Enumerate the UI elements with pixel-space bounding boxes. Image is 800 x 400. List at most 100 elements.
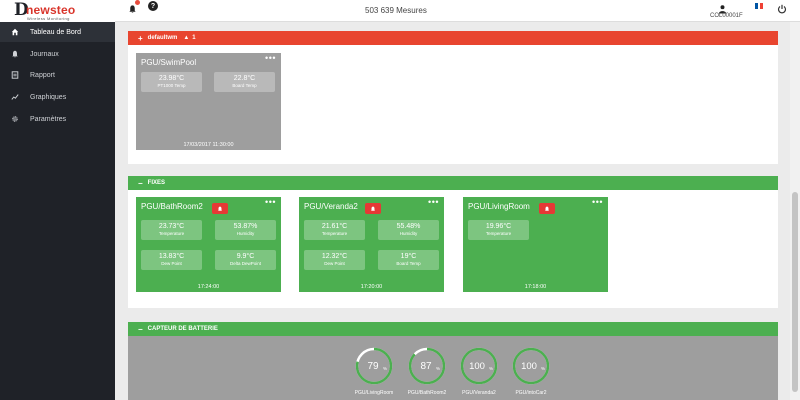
- metric-label: Humidity: [399, 231, 418, 236]
- group-panel-fixes: − FIXES PGU/BathRoom2 ••• 23.73°C Temper…: [128, 176, 778, 308]
- more-menu-icon[interactable]: •••: [265, 197, 276, 207]
- metric-value: 19°C: [400, 253, 417, 260]
- sensor-card[interactable]: PGU/BathRoom2 ••• 23.73°C Temperature 53…: [136, 197, 281, 292]
- warning-icon: ▲: [183, 35, 190, 41]
- sidebar-item-label: Paramètres: [30, 115, 67, 123]
- metric-value: 22.8°C: [233, 75, 256, 82]
- help-icon[interactable]: ?: [148, 1, 158, 11]
- card-title: PGU/LivingRoom: [468, 202, 530, 211]
- metric-label: Dew Point: [324, 261, 345, 266]
- sidebar: D newsteo Wireless Monitoring Tableau de…: [0, 0, 115, 400]
- last-update-time: 17:18:00: [524, 284, 547, 290]
- metric-label: Board Temp: [396, 261, 421, 266]
- alarm-bell-icon[interactable]: [539, 203, 555, 214]
- report-icon: [0, 71, 30, 79]
- group-header-battery[interactable]: − CAPTEUR DE BATTERIE: [128, 322, 778, 336]
- power-icon[interactable]: [777, 1, 787, 19]
- metric-value: 23.73°C: [158, 223, 185, 230]
- metric-tile: 9.9°C Delta DewPoint: [215, 250, 276, 270]
- gauge-label: PGU/intoCar2: [515, 390, 547, 396]
- group-panel-battery: − CAPTEUR DE BATTERIE 79 % PGU/LivingRoo…: [128, 322, 778, 400]
- group-header-defaultwm[interactable]: + defaultwm ▲ 1: [128, 31, 778, 45]
- gauge-value: 87: [420, 361, 432, 372]
- warning-count: 1: [192, 35, 196, 41]
- metric-label: Temperature: [158, 231, 185, 236]
- username[interactable]: COL00001F: [710, 13, 743, 19]
- card-title: PGU/SwimPool: [141, 58, 197, 67]
- scrollbar-thumb[interactable]: [792, 192, 798, 392]
- metric-value: 23.98°C: [158, 75, 185, 82]
- gauge-unit: %: [489, 366, 493, 371]
- metric-tile: 19.96°C Temperature: [468, 220, 529, 240]
- notification-badge: [135, 0, 140, 5]
- metric-value: 13.83°C: [158, 253, 185, 260]
- expand-toggle[interactable]: +: [138, 34, 143, 43]
- metric-value: 19.96°C: [485, 223, 512, 230]
- more-menu-icon[interactable]: •••: [428, 197, 439, 207]
- battery-gauge[interactable]: 79 % PGU/LivingRoom: [354, 346, 394, 396]
- group-name: CAPTEUR DE BATTERIE: [147, 326, 218, 332]
- sidebar-item-label: Rapport: [30, 71, 55, 79]
- metric-tile: 13.83°C Dew Point: [141, 250, 202, 270]
- metric-tile: 23.98°C PT1000 Temp: [141, 72, 202, 92]
- sidebar-item-journaux[interactable]: Journaux: [0, 44, 115, 64]
- sensor-card[interactable]: PGU/LivingRoom ••• 19.96°C Temperature 1…: [463, 197, 608, 292]
- battery-gauge[interactable]: 87 % PGU/BathRoom2: [407, 346, 447, 396]
- group-name: defaultwm: [147, 35, 178, 41]
- metric-label: PT1000 Temp: [157, 83, 186, 88]
- battery-gauge[interactable]: 100 % PGU/intoCar2: [511, 346, 551, 396]
- alarm-bell-icon[interactable]: [212, 203, 228, 214]
- group-header-fixes[interactable]: − FIXES: [128, 176, 778, 190]
- collapse-toggle[interactable]: −: [138, 325, 143, 334]
- gauge-ring: 100 %: [512, 347, 550, 385]
- sidebar-item-parametres[interactable]: Paramètres: [0, 109, 115, 129]
- sidebar-item-rapport[interactable]: Rapport: [0, 65, 115, 85]
- metric-value: 53.87%: [233, 223, 258, 230]
- top-bar: ? 503 639 Mesures COL00001F: [115, 0, 800, 22]
- more-menu-icon[interactable]: •••: [265, 53, 276, 63]
- metric-label: Dew Point: [161, 261, 182, 266]
- chart-icon: [0, 93, 30, 101]
- last-update-time: 17:24:00: [197, 284, 220, 290]
- more-menu-icon[interactable]: •••: [592, 197, 603, 207]
- home-icon: [0, 28, 30, 36]
- gauge-unit: %: [436, 366, 440, 371]
- group-panel-defaultwm: + defaultwm ▲ 1 PGU/SwimPool ••• 23.98°C…: [128, 31, 778, 164]
- sidebar-item-graphiques[interactable]: Graphiques: [0, 87, 115, 107]
- metric-label: Temperature: [485, 231, 512, 236]
- metric-value: 21.61°C: [321, 223, 348, 230]
- logo[interactable]: D newsteo Wireless Monitoring: [0, 0, 115, 22]
- gauge-unit: %: [541, 366, 545, 371]
- sensor-card[interactable]: PGU/Veranda2 ••• 21.61°C Temperature 55.…: [299, 197, 444, 292]
- metric-value: 12.32°C: [321, 253, 348, 260]
- gauge-ring: 79 %: [355, 347, 393, 385]
- battery-gauge[interactable]: 100 % PGU/Veranda2: [459, 346, 499, 396]
- last-update-time: 17:20:00: [360, 284, 383, 290]
- collapse-toggle[interactable]: −: [138, 179, 143, 188]
- gauge-value: 100: [521, 361, 537, 372]
- sidebar-item-tableau-de-bord[interactable]: Tableau de Bord: [0, 22, 115, 42]
- gauge-ring: 87 %: [408, 347, 446, 385]
- metric-tile: 22.8°C Board Temp: [214, 72, 275, 92]
- card-title: PGU/Veranda2: [304, 202, 358, 211]
- metric-tile: 19°C Board Temp: [378, 250, 439, 270]
- metric-label: Temperature: [321, 231, 348, 236]
- metric-value: 55.48%: [396, 223, 421, 230]
- language-flag-icon[interactable]: [755, 3, 764, 9]
- metric-tile: 21.61°C Temperature: [304, 220, 365, 240]
- gauge-ring: 100 %: [460, 347, 498, 385]
- alarm-bell-icon[interactable]: [365, 203, 381, 214]
- metric-label: Delta DewPoint: [229, 261, 261, 266]
- bell-icon: [0, 50, 30, 58]
- sidebar-item-label: Journaux: [30, 50, 59, 58]
- group-name: FIXES: [147, 180, 166, 186]
- metric-label: Board Temp: [232, 83, 257, 88]
- scrollbar[interactable]: [790, 22, 800, 400]
- gear-icon: [0, 115, 30, 123]
- sidebar-item-label: Graphiques: [30, 93, 67, 101]
- card-title: PGU/BathRoom2: [141, 202, 203, 211]
- logo-text: newsteo: [26, 3, 76, 17]
- gauge-unit: %: [383, 366, 387, 371]
- sensor-card[interactable]: PGU/SwimPool ••• 23.98°C PT1000 Temp 22.…: [136, 53, 281, 150]
- gauge-value: 100: [469, 361, 485, 372]
